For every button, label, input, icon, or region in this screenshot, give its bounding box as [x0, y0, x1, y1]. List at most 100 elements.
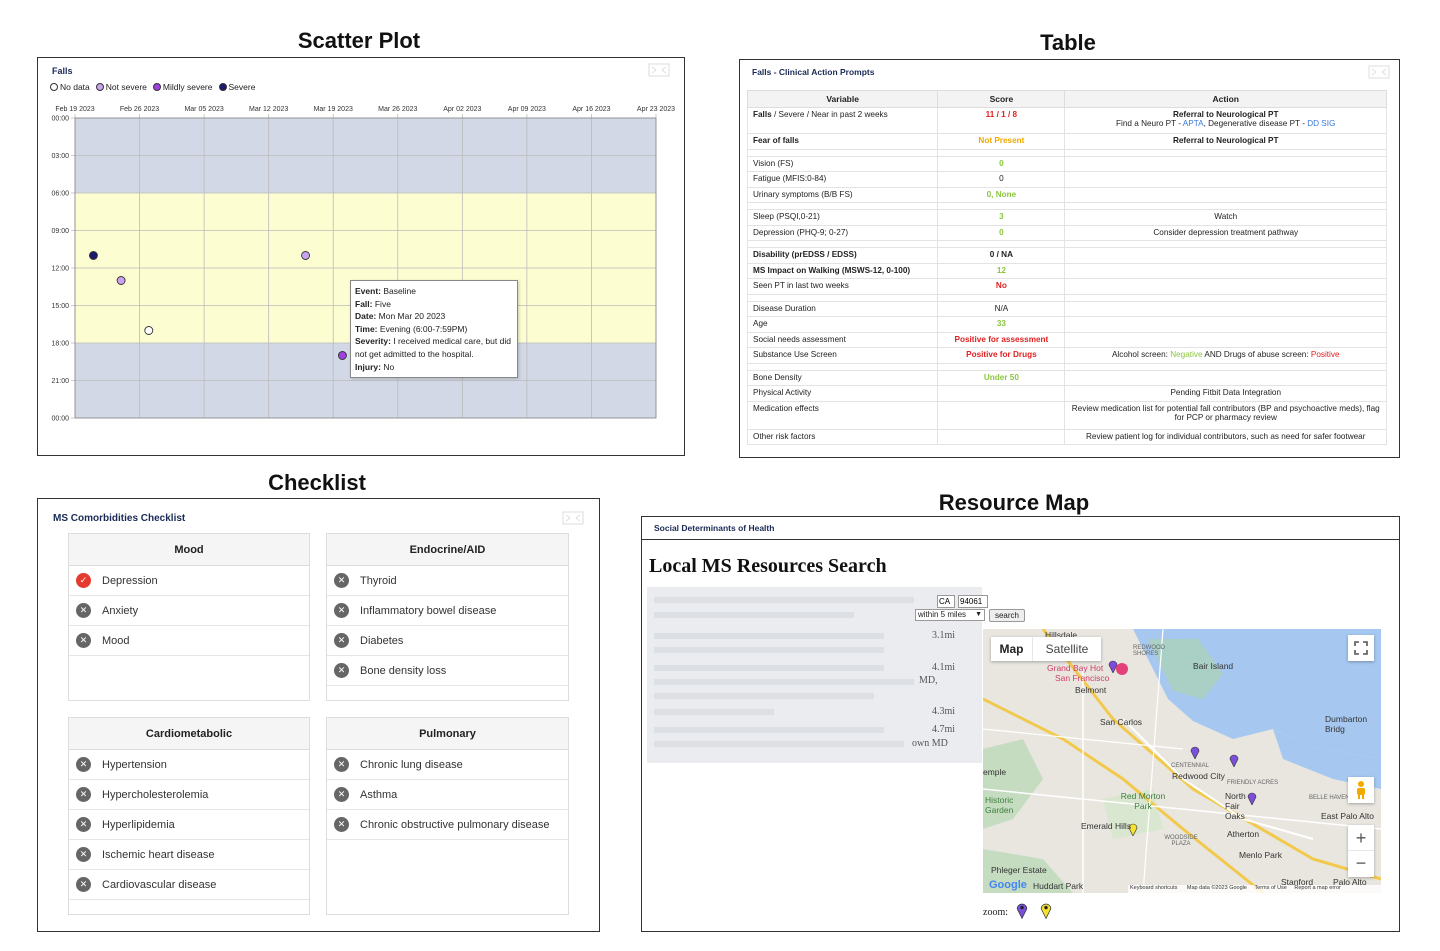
list-item[interactable]: ✓ Depression — [69, 566, 309, 596]
var-disability: Disability (prEDSS / EDSS) — [746, 247, 939, 264]
legend-item-not-severe[interactable]: Not severe — [95, 82, 147, 92]
item-label: Inflammatory bowel disease — [360, 604, 497, 617]
terms-link[interactable]: Terms of Use — [1254, 885, 1286, 891]
y-tick-label: 21:00 — [51, 378, 69, 385]
map-label: Redwood City — [1172, 771, 1225, 781]
list-item[interactable]: ✕ Asthma — [327, 780, 568, 810]
scatter-panel: Falls No data Not severe Mildly severe S… — [37, 57, 685, 456]
var-social: Social needs assessment — [746, 331, 939, 348]
map-panel-title: Social Determinants of Health — [654, 523, 775, 533]
map-label: emple — [983, 767, 1007, 777]
mood-card-title: Mood — [69, 534, 309, 566]
zoom-in-button[interactable]: + — [1348, 825, 1374, 851]
google-map[interactable]: Hillsdale REDWOOD SHORES Grand Bay Hot S… — [983, 629, 1381, 893]
list-item[interactable]: ✕ Diabetes — [327, 626, 568, 656]
scatter-chart: Feb 19 2023 Feb 26 2023 Mar 05 2023 Mar 12 … — [51, 106, 675, 423]
map-label: Menlo Park — [1239, 850, 1282, 860]
list-item[interactable]: ✕ Ischemic heart disease — [69, 840, 309, 870]
x-tick-label: Feb 26 2023 — [120, 106, 159, 113]
list-item[interactable]: ✕ Inflammatory bowel disease — [327, 596, 568, 626]
dd-sig-link[interactable]: DD SIG — [1307, 119, 1335, 128]
purple-marker-icon[interactable] — [1016, 900, 1028, 920]
keyboard-shortcuts-link[interactable]: Keyboard shortcuts — [1130, 885, 1177, 891]
var-physical: Physical Activity — [746, 385, 939, 402]
cardiometabolic-card-title: Cardiometabolic — [69, 718, 309, 750]
map-label: Huddart Park — [1033, 881, 1084, 891]
legend-item-no-data[interactable]: No data — [50, 82, 90, 92]
satellite-tab[interactable]: Satellite — [1033, 637, 1101, 661]
table-row: Social needs assessment Positive for ass… — [746, 331, 1387, 348]
zoom-out-button[interactable]: − — [1348, 851, 1374, 877]
var-fear: Fear of falls — [746, 133, 939, 150]
tooltip-severity-label: Severity: — [355, 336, 391, 347]
state-field[interactable] — [937, 595, 955, 608]
var-substance: Substance Use Screen — [746, 347, 939, 364]
map-tab[interactable]: Map — [991, 637, 1033, 661]
list-item[interactable]: ✕ Cardiovascular disease — [69, 870, 309, 900]
list-item[interactable]: ✕ Hyperlipidemia — [69, 810, 309, 840]
score-bone: Under 50 — [983, 372, 1019, 382]
hotel-marker-icon[interactable] — [1116, 663, 1128, 675]
score-vision: 0 — [999, 158, 1004, 168]
section-title-checklist: Checklist — [268, 470, 366, 495]
alcohol-result: Negative — [1170, 350, 1203, 359]
var-sleep: Sleep (PSQI,0-21) — [746, 209, 939, 226]
action-falls-text: , Degenerative disease PT - — [1203, 119, 1308, 128]
tooltip-fall-label: Fall: — [355, 298, 373, 309]
x-icon: ✕ — [334, 757, 349, 772]
result-dist: 4.1mi — [932, 662, 956, 673]
list-item[interactable]: ✕ Mood — [69, 626, 309, 656]
x-icon: ✕ — [334, 573, 349, 588]
map-marker-icon[interactable] — [1190, 745, 1200, 759]
list-item[interactable]: ✕ Hypertension — [69, 750, 309, 780]
zip-field[interactable] — [958, 595, 988, 608]
col-header-action: Action — [1064, 90, 1387, 108]
yellow-marker-icon[interactable] — [1040, 900, 1052, 920]
map-label: BELLE HAVEN — [1309, 795, 1350, 801]
list-item[interactable]: ✕ Thyroid — [327, 566, 568, 596]
list-item[interactable]: ✕ Bone density loss — [327, 656, 568, 686]
map-label: CENTENNIAL — [1171, 763, 1210, 769]
search-button[interactable]: search — [989, 609, 1025, 622]
expand-icon[interactable] — [562, 511, 584, 525]
data-point — [301, 251, 311, 260]
pegman-button[interactable] — [1348, 777, 1374, 803]
map-label: San Carlos — [1100, 717, 1143, 727]
map-marker-icon[interactable] — [1229, 753, 1239, 767]
ghost-text: own MD — [912, 738, 948, 749]
expand-icon[interactable] — [1368, 65, 1390, 79]
score-social: Positive for assessment — [954, 334, 1049, 344]
list-item[interactable]: ✕ Hypercholesterolemia — [69, 780, 309, 810]
legend-item-mildly-severe[interactable]: Mildly severe — [152, 82, 213, 92]
apta-link[interactable]: APTA — [1183, 119, 1204, 128]
checkmark-icon: ✓ — [76, 573, 91, 588]
list-item[interactable]: ✕ Chronic lung disease — [327, 750, 568, 780]
x-icon: ✕ — [334, 633, 349, 648]
table-row: MS Impact on Walking (MSWS-12, 0-100) 12 — [746, 262, 1387, 279]
item-label: Diabetes — [360, 634, 404, 647]
list-item[interactable]: ✕ Chronic obstructive pulmonary disease — [327, 810, 568, 840]
action-substance-text: AND Drugs of abuse screen: — [1202, 350, 1311, 359]
section-title-scatter: Scatter Plot — [297, 28, 421, 53]
var-ms-walking: MS Impact on Walking (MSWS-12, 0-100) — [746, 262, 939, 279]
x-icon: ✕ — [76, 877, 91, 892]
fullscreen-button[interactable] — [1348, 635, 1374, 661]
var-other: Other risk factors — [746, 428, 939, 445]
expand-icon[interactable] — [648, 63, 670, 77]
col-header-score: Score — [937, 90, 1066, 108]
report-link[interactable]: Report a map error — [1294, 885, 1340, 891]
map-label: FRIENDLY ACRES — [1227, 780, 1279, 786]
tooltip-event-label: Event: — [355, 286, 381, 296]
x-icon: ✕ — [76, 787, 91, 802]
map-label: East Palo Alto — [1321, 811, 1374, 821]
radius-select[interactable]: within 5 miles ▼ — [915, 609, 985, 621]
radius-select-value: within 5 miles — [918, 610, 967, 619]
legend-item-severe[interactable]: Severe — [218, 82, 255, 92]
pulmonary-card: Pulmonary ✕ Chronic lung disease ✕ Asthma … — [326, 717, 569, 915]
item-label: Hypercholesterolemia — [102, 788, 209, 801]
x-tick-label: Apr 16 2023 — [572, 106, 610, 113]
map-label: Emerald Hills — [1081, 821, 1132, 831]
list-item[interactable]: ✕ Anxiety — [69, 596, 309, 626]
var-seen-pt: Seen PT in last two weeks — [746, 278, 939, 295]
legend-swatch — [152, 83, 161, 91]
